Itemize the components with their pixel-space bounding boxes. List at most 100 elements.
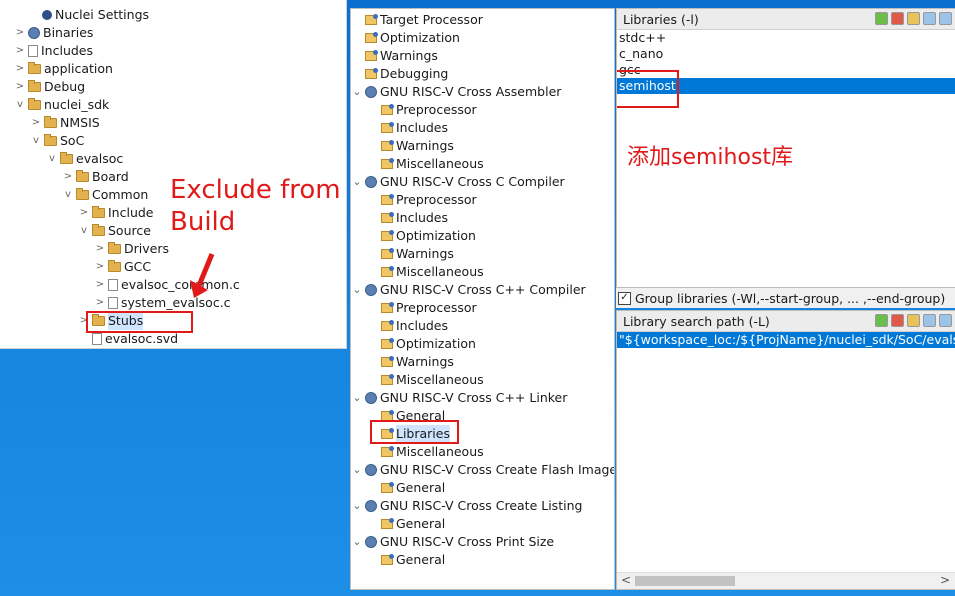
- settings-tree-item[interactable]: ⌄ GNU RISC-V Cross Print Size: [351, 533, 554, 551]
- settings-tree-item[interactable]: Preprocessor: [379, 191, 477, 209]
- project-tree-item[interactable]: vfolder-iconSource: [78, 222, 151, 240]
- option-page-icon: [381, 248, 394, 259]
- option-page-icon: [381, 446, 394, 457]
- project-tree-item[interactable]: >folder-iconapplication: [14, 60, 113, 78]
- option-page-icon: [381, 356, 394, 367]
- option-page-icon: [381, 212, 394, 223]
- settings-tree-item[interactable]: Includes: [379, 317, 448, 335]
- expand-toggle-icon[interactable]: v: [46, 150, 58, 168]
- expand-toggle-icon[interactable]: >: [30, 114, 42, 132]
- tool-settings-tree: Target Processor Optimization Warnings Debu…: [350, 8, 615, 590]
- settings-tree-label: Warnings: [396, 138, 454, 153]
- add-icon[interactable]: [875, 12, 888, 25]
- edit-icon[interactable]: [907, 314, 920, 327]
- expand-toggle-icon[interactable]: v: [78, 222, 90, 240]
- settings-tree-label: GNU RISC-V Cross C++ Compiler: [380, 282, 586, 297]
- expand-toggle-icon[interactable]: v: [14, 96, 26, 114]
- settings-tree-item[interactable]: Target Processor: [363, 11, 483, 29]
- chevron-down-icon[interactable]: ⌄: [351, 281, 363, 299]
- settings-tree-item[interactable]: Warnings: [379, 137, 454, 155]
- group-libraries-row[interactable]: ✓ Group libraries (-Wl,--start-group, ..…: [616, 288, 955, 308]
- horizontal-scrollbar[interactable]: < >: [617, 572, 955, 589]
- chevron-down-icon[interactable]: ⌄: [351, 461, 363, 479]
- settings-tree-item[interactable]: Warnings: [363, 47, 438, 65]
- chevron-down-icon[interactable]: ⌄: [351, 497, 363, 515]
- settings-tree-item[interactable]: Miscellaneous: [379, 371, 484, 389]
- project-tree-item[interactable]: vfolder-iconevalsoc: [46, 150, 123, 168]
- project-tree-item[interactable]: vfolder-iconnuclei_sdk: [14, 96, 109, 114]
- settings-tree-item[interactable]: ⌄ GNU RISC-V Cross Create Listing: [351, 497, 582, 515]
- chevron-down-icon[interactable]: ⌄: [351, 389, 363, 407]
- project-tree-item[interactable]: >folder-iconInclude: [78, 204, 154, 222]
- library-search-header-label: Library search path (-L): [623, 313, 770, 329]
- project-tree-item[interactable]: nuclei-iconNuclei Settings: [28, 6, 149, 24]
- expand-toggle-icon[interactable]: >: [78, 204, 90, 222]
- settings-tree-item[interactable]: Preprocessor: [379, 299, 477, 317]
- settings-tree-item[interactable]: General: [379, 551, 445, 569]
- move-down-icon[interactable]: [939, 12, 952, 25]
- settings-tree-label: Warnings: [396, 354, 454, 369]
- settings-tree-item[interactable]: ⌄ GNU RISC-V Cross Create Flash Image: [351, 461, 614, 479]
- expand-toggle-icon[interactable]: >: [14, 78, 26, 96]
- settings-tree-item[interactable]: Optimization: [379, 335, 476, 353]
- settings-tree-item[interactable]: Includes: [379, 209, 448, 227]
- expand-toggle-icon[interactable]: >: [14, 60, 26, 78]
- project-tree-item[interactable]: >folder-iconDrivers: [94, 240, 169, 258]
- move-up-icon[interactable]: [923, 314, 936, 327]
- gear-icon: gear-icon: [28, 27, 40, 39]
- tool-gear-icon: [365, 464, 377, 476]
- group-libraries-checkbox[interactable]: ✓: [618, 291, 631, 305]
- settings-tree-item[interactable]: General: [379, 515, 445, 533]
- add-icon[interactable]: [875, 314, 888, 327]
- move-down-icon[interactable]: [939, 314, 952, 327]
- scroll-left-icon[interactable]: <: [621, 573, 631, 587]
- scroll-thumb[interactable]: [635, 576, 735, 586]
- settings-tree-item[interactable]: Miscellaneous: [379, 263, 484, 281]
- settings-tree-item[interactable]: Includes: [379, 119, 448, 137]
- chevron-down-icon[interactable]: ⌄: [351, 83, 363, 101]
- settings-tree-item[interactable]: Miscellaneous: [379, 443, 484, 461]
- project-tree-item[interactable]: >gear-iconBinaries: [14, 24, 94, 42]
- settings-tree-item[interactable]: Optimization: [379, 227, 476, 245]
- settings-tree-item[interactable]: ⌄ GNU RISC-V Cross Assembler: [351, 83, 561, 101]
- settings-tree-item[interactable]: Warnings: [379, 245, 454, 263]
- scroll-right-icon[interactable]: >: [940, 573, 950, 587]
- project-tree-item[interactable]: >includes-iconIncludes: [14, 42, 93, 60]
- project-tree-item[interactable]: >folder-iconBoard: [62, 168, 129, 186]
- project-tree-item[interactable]: >folder-iconNMSIS: [30, 114, 100, 132]
- project-tree-item[interactable]: >folder-iconGCC: [94, 258, 151, 276]
- expand-toggle-icon[interactable]: v: [62, 186, 74, 204]
- settings-tree-label: GNU RISC-V Cross C++ Linker: [380, 390, 568, 405]
- move-up-icon[interactable]: [923, 12, 936, 25]
- expand-toggle-icon[interactable]: >: [14, 24, 26, 42]
- expand-toggle-icon[interactable]: >: [94, 240, 106, 258]
- expand-toggle-icon[interactable]: >: [62, 168, 74, 186]
- library-item[interactable]: c_nano: [617, 46, 955, 62]
- delete-icon[interactable]: [891, 314, 904, 327]
- expand-toggle-icon[interactable]: >: [14, 42, 26, 60]
- project-tree-item[interactable]: >folder-iconDebug: [14, 78, 85, 96]
- library-path-item[interactable]: "${workspace_loc:/${ProjName}/nuclei_sdk…: [617, 332, 955, 348]
- settings-tree-item[interactable]: Miscellaneous: [379, 155, 484, 173]
- libraries-highlight-box: [370, 420, 459, 444]
- chevron-down-icon[interactable]: ⌄: [351, 173, 363, 191]
- settings-tree-item[interactable]: ⌄ GNU RISC-V Cross C Compiler: [351, 173, 564, 191]
- library-search-list: "${workspace_loc:/${ProjName}/nuclei_sdk…: [617, 332, 955, 348]
- project-tree-item[interactable]: vfolder-iconCommon: [62, 186, 148, 204]
- expand-toggle-icon[interactable]: v: [30, 132, 42, 150]
- settings-tree-item[interactable]: Optimization: [363, 29, 460, 47]
- settings-tree-item[interactable]: Warnings: [379, 353, 454, 371]
- library-item[interactable]: stdc++: [617, 30, 955, 46]
- settings-tree-item[interactable]: Debugging: [363, 65, 448, 83]
- delete-icon[interactable]: [891, 12, 904, 25]
- project-tree-item[interactable]: vfolder-iconSoC: [30, 132, 84, 150]
- settings-tree-item[interactable]: Preprocessor: [379, 101, 477, 119]
- settings-tree-item[interactable]: General: [379, 479, 445, 497]
- expand-toggle-icon[interactable]: >: [94, 294, 106, 312]
- chevron-down-icon[interactable]: ⌄: [351, 533, 363, 551]
- edit-icon[interactable]: [907, 12, 920, 25]
- settings-tree-item[interactable]: ⌄ GNU RISC-V Cross C++ Linker: [351, 389, 567, 407]
- expand-toggle-icon[interactable]: >: [94, 276, 106, 294]
- expand-toggle-icon[interactable]: >: [94, 258, 106, 276]
- settings-tree-item[interactable]: ⌄ GNU RISC-V Cross C++ Compiler: [351, 281, 586, 299]
